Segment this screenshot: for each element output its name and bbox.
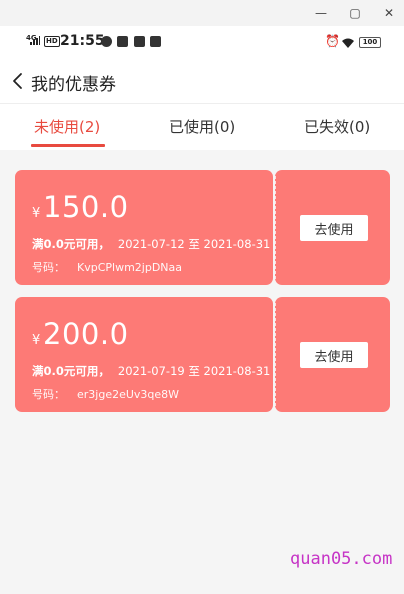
tab-unused[interactable]: 未使用(2) [34, 116, 100, 137]
coupon-amount: 200.0 [43, 317, 129, 351]
tab-expired[interactable]: 已失效(0) [304, 116, 370, 137]
wifi-icon [341, 34, 355, 48]
coupon-min-spend: 满0.0元可用， [32, 364, 110, 378]
use-coupon-button[interactable]: 去使用 [300, 342, 368, 368]
chevron-left-icon[interactable] [10, 71, 30, 91]
currency-symbol: ¥ [32, 206, 41, 221]
active-tab-indicator [31, 144, 105, 147]
coupon-validity: 2021-07-19 至 2021-08-31 [117, 364, 271, 378]
close-button[interactable]: ✕ [380, 4, 398, 22]
coupon-code: er3jge2eUv3qe8W [77, 388, 180, 401]
coupon-tabs: 未使用(2) 已使用(0) 已失效(0) [0, 104, 404, 148]
coupon-code: KvpCPlwm2jpDNaa [77, 261, 183, 274]
coupon-card: ¥ 150.0 满0.0元可用， 2021-07-12 至 2021-08-31 … [15, 170, 390, 285]
coupon-card: ¥ 200.0 满0.0元可用， 2021-07-19 至 2021-08-31 … [15, 297, 390, 412]
window-title-bar: — ▢ ✕ [0, 0, 404, 26]
hd-icon: HD [44, 36, 60, 47]
maximize-button[interactable]: ▢ [346, 4, 364, 22]
battery-icon: 100 [359, 37, 381, 48]
notification-icon [101, 36, 112, 47]
status-time: 21:55 [60, 33, 105, 49]
page-title: 我的优惠券 [31, 75, 116, 95]
coupon-condition: 满0.0元可用， 2021-07-19 至 2021-08-31 [32, 363, 270, 379]
tab-used[interactable]: 已使用(0) [169, 116, 235, 137]
coupon-code-row: 号码： KvpCPlwm2jpDNaa [32, 259, 182, 275]
coupon-condition: 满0.0元可用， 2021-07-12 至 2021-08-31 [32, 236, 270, 252]
status-bar: 4G HD 21:55 ⏰ 100 [0, 26, 404, 58]
app-icon [134, 36, 145, 47]
currency-symbol: ¥ [32, 333, 41, 348]
minimize-button[interactable]: — [312, 4, 330, 22]
coupon-code-label: 号码： [32, 261, 65, 274]
coupon-validity: 2021-07-12 至 2021-08-31 [117, 237, 271, 251]
use-coupon-button[interactable]: 去使用 [300, 215, 368, 241]
coupon-info: ¥ 200.0 满0.0元可用， 2021-07-19 至 2021-08-31 … [15, 297, 273, 412]
mail-icon [150, 36, 161, 47]
coupon-amount: 150.0 [43, 190, 129, 224]
coupon-min-spend: 满0.0元可用， [32, 237, 110, 251]
page-header: 我的优惠券 [0, 58, 404, 104]
coupon-code-label: 号码： [32, 388, 65, 401]
signal-icon [30, 36, 40, 45]
coupon-action: 去使用 [275, 170, 390, 285]
coupon-code-row: 号码： er3jge2eUv3qe8W [32, 386, 179, 402]
alarm-icon: ⏰ [325, 34, 340, 48]
coupon-list: ¥ 150.0 满0.0元可用， 2021-07-12 至 2021-08-31 … [0, 150, 404, 594]
coupon-action: 去使用 [275, 297, 390, 412]
coupon-info: ¥ 150.0 满0.0元可用， 2021-07-12 至 2021-08-31 … [15, 170, 273, 285]
message-icon [117, 36, 128, 47]
watermark: quan05.com [290, 549, 393, 569]
